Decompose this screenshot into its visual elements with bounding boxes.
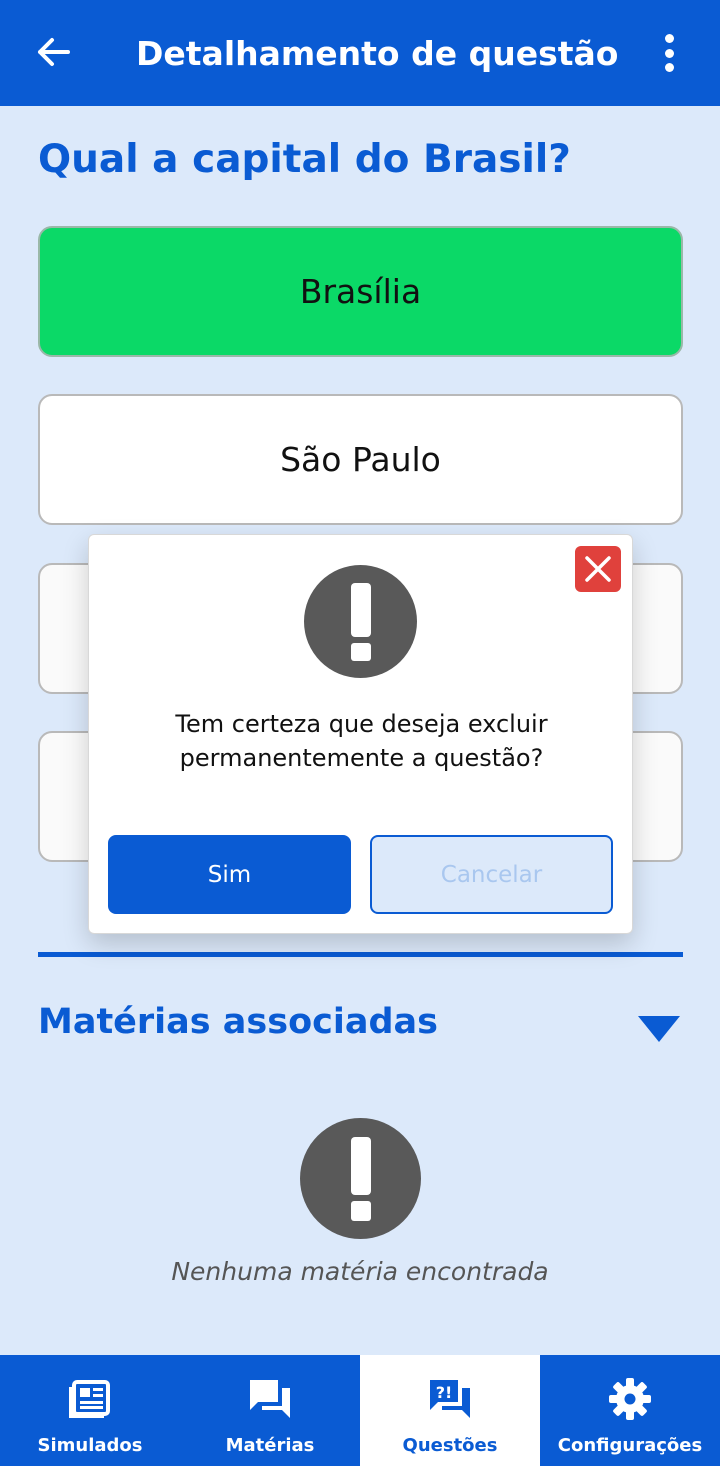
svg-text:?!: ?! — [436, 1383, 453, 1402]
page-title: Detalhamento de questão — [136, 34, 619, 73]
nav-item-simulados[interactable]: Simulados — [0, 1355, 180, 1466]
dialog-message: Tem certeza que deseja excluir permanent… — [175, 710, 548, 772]
close-icon — [585, 556, 611, 582]
nav-item-configuracoes[interactable]: Configurações — [540, 1355, 720, 1466]
close-dialog-button[interactable] — [575, 546, 621, 592]
question-text: Qual a capital do Brasil? — [38, 137, 571, 182]
triangle-down-icon[interactable] — [636, 1014, 682, 1044]
nav-item-materias[interactable]: Matérias — [180, 1355, 360, 1466]
nav-label: Simulados — [37, 1435, 143, 1456]
arrow-left-icon — [38, 38, 70, 66]
exclamation-circle-icon — [304, 565, 417, 678]
exclamation-circle-icon — [300, 1118, 421, 1239]
nav-label: Matérias — [225, 1435, 315, 1456]
empty-state-text: Nenhuma matéria encontrada — [171, 1257, 549, 1286]
associated-subjects-title: Matérias associadas — [38, 1002, 439, 1042]
nav-label: Configurações — [557, 1435, 703, 1456]
bottom-navigation: Simulados Matérias ?! Questões Configura… — [0, 1355, 720, 1466]
nav-item-questoes[interactable]: ?! Questões — [360, 1355, 540, 1466]
newspaper-icon — [67, 1377, 113, 1421]
more-vertical-icon — [664, 34, 674, 43]
answer-option-label: Brasília — [299, 272, 422, 311]
question-chat-icon: ?! — [427, 1377, 473, 1421]
answer-option[interactable]: São Paulo — [38, 394, 683, 525]
gear-icon — [607, 1377, 653, 1421]
more-menu-button[interactable] — [648, 28, 690, 78]
app-bar: Detalhamento de questão — [0, 0, 720, 106]
confirm-button[interactable]: Sim — [108, 835, 351, 914]
cancel-button[interactable]: Cancelar — [370, 835, 613, 914]
section-divider — [38, 952, 683, 957]
answer-option-correct[interactable]: Brasília — [38, 226, 683, 357]
answer-option-label: São Paulo — [280, 440, 441, 479]
back-button[interactable] — [32, 31, 74, 73]
nav-label: Questões — [402, 1435, 498, 1456]
delete-confirmation-dialog: Tem certeza que deseja excluir permanent… — [88, 534, 633, 934]
chat-bubbles-icon — [247, 1377, 293, 1421]
